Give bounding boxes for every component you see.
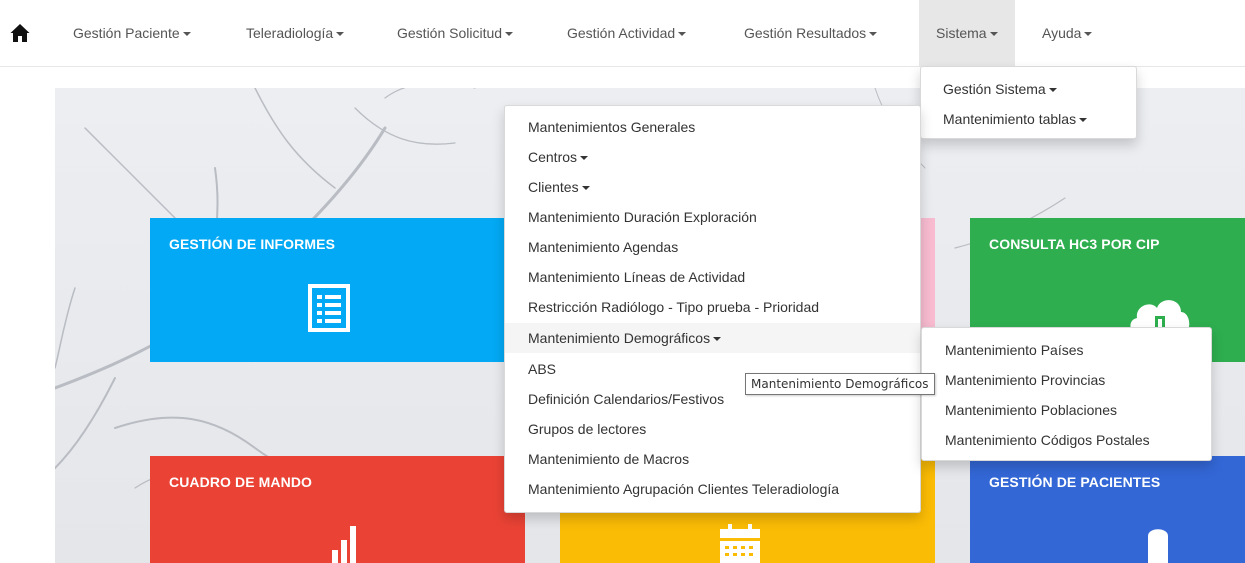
menu-item-label: Mantenimiento Poblaciones	[945, 402, 1117, 418]
menu-item-label: ABS	[528, 361, 557, 377]
bar-chart-icon	[332, 526, 356, 563]
home-icon[interactable]	[10, 23, 30, 43]
menu-item-label: Clientes	[528, 179, 579, 195]
nav-label: Gestión Resultados	[744, 25, 867, 41]
caret-down-icon	[1079, 118, 1088, 123]
tile-title: CUADRO DE MANDO	[169, 474, 313, 490]
menu-item-macros[interactable]: Mantenimiento de Macros	[505, 444, 920, 474]
nav-gestion-resultados[interactable]: Gestión Resultados	[744, 0, 878, 66]
nav-gestion-solicitud[interactable]: Gestión Solicitud	[397, 0, 514, 66]
tile-title: GESTIÓN DE PACIENTES	[989, 474, 1161, 490]
menu-item-lineas-actividad[interactable]: Mantenimiento Líneas de Actividad	[505, 262, 920, 292]
menu-item-label: Grupos de lectores	[528, 421, 647, 437]
nav-label: Teleradiología	[246, 25, 334, 41]
nav-label: Sistema	[936, 25, 987, 41]
menu-item-gestion-sistema[interactable]: Gestión Sistema	[921, 74, 1136, 104]
calendar-icon	[720, 524, 760, 563]
menu-item-grupos-lectores[interactable]: Grupos de lectores	[505, 414, 920, 444]
menu-item-agrupacion-clientes[interactable]: Mantenimiento Agrupación Clientes Telera…	[505, 474, 920, 504]
menu-item-label: Definición Calendarios/Festivos	[528, 391, 725, 407]
nav-gestion-paciente[interactable]: Gestión Paciente	[73, 0, 191, 66]
demograficos-dropdown: Mantenimiento Países Mantenimiento Provi…	[921, 327, 1212, 461]
menu-item-provincias[interactable]: Mantenimiento Provincias	[922, 365, 1211, 395]
mantenimiento-tablas-dropdown: Mantenimientos Generales Centros Cliente…	[504, 105, 921, 513]
nav-label: Gestión Actividad	[567, 25, 676, 41]
nav-sistema[interactable]: Sistema	[919, 0, 1015, 66]
caret-down-icon	[505, 32, 514, 37]
list-icon	[308, 284, 350, 332]
menu-item-codigos-postales[interactable]: Mantenimiento Códigos Postales	[922, 425, 1211, 455]
caret-down-icon	[989, 32, 998, 37]
caret-down-icon	[678, 32, 687, 37]
caret-down-icon	[581, 186, 590, 191]
caret-down-icon	[713, 337, 722, 342]
menu-item-duracion-exploracion[interactable]: Mantenimiento Duración Exploración	[505, 202, 920, 232]
user-icon	[1148, 529, 1168, 563]
nav-ayuda[interactable]: Ayuda	[1042, 0, 1093, 66]
caret-down-icon	[1084, 32, 1093, 37]
nav-teleradiologia[interactable]: Teleradiología	[246, 0, 345, 66]
menu-item-demograficos[interactable]: Mantenimiento Demográficos	[505, 323, 920, 353]
tooltip: Mantenimiento Demográficos	[745, 373, 935, 395]
menu-item-label: Mantenimiento Duración Exploración	[528, 209, 757, 225]
nav-gestion-actividad[interactable]: Gestión Actividad	[567, 0, 687, 66]
tile-title: GESTIÓN DE INFORMES	[169, 236, 336, 252]
nav-label: Gestión Paciente	[73, 25, 180, 41]
nav-label: Ayuda	[1042, 25, 1082, 41]
menu-item-mantenimiento-tablas[interactable]: Mantenimiento tablas	[921, 104, 1136, 134]
menu-item-label: Gestión Sistema	[943, 81, 1046, 97]
caret-down-icon	[580, 156, 589, 161]
caret-down-icon	[1048, 88, 1057, 93]
menu-item-restriccion-radiologo[interactable]: Restricción Radiólogo - Tipo prueba - Pr…	[505, 292, 920, 322]
menu-item-label: Mantenimiento Líneas de Actividad	[528, 269, 746, 285]
nav-label: Gestión Solicitud	[397, 25, 503, 41]
menu-item-label: Mantenimiento de Macros	[528, 451, 690, 467]
menu-item-label: Mantenimiento Países	[945, 342, 1084, 358]
menu-item-poblaciones[interactable]: Mantenimiento Poblaciones	[922, 395, 1211, 425]
menu-item-label: Mantenimiento Agrupación Clientes Telera…	[528, 481, 840, 497]
tile-title: CONSULTA HC3 POR CIP	[989, 236, 1160, 252]
menu-item-label: Centros	[528, 149, 578, 165]
caret-down-icon	[182, 32, 191, 37]
menu-item-agendas[interactable]: Mantenimiento Agendas	[505, 232, 920, 262]
menu-item-label: Restricción Radiólogo - Tipo prueba - Pr…	[528, 299, 820, 315]
menu-item-label: Mantenimiento Códigos Postales	[945, 432, 1150, 448]
menu-item-label: Mantenimiento tablas	[943, 111, 1077, 127]
tile-gestion-pacientes[interactable]: GESTIÓN DE PACIENTES	[970, 456, 1245, 563]
menu-item-paises[interactable]: Mantenimiento Países	[922, 335, 1211, 365]
menu-item-centros[interactable]: Centros	[505, 142, 920, 172]
menu-item-clientes[interactable]: Clientes	[505, 172, 920, 202]
caret-down-icon	[336, 32, 345, 37]
menu-item-label: Mantenimiento Agendas	[528, 239, 679, 255]
top-navbar: Gestión Paciente Teleradiología Gestión …	[0, 0, 1245, 67]
sistema-dropdown: Gestión Sistema Mantenimiento tablas	[920, 66, 1137, 139]
menu-item-label: Mantenimientos Generales	[528, 119, 696, 135]
menu-item-mantenimientos-generales[interactable]: Mantenimientos Generales	[505, 112, 920, 142]
tile-gestion-informes[interactable]: GESTIÓN DE INFORMES	[150, 218, 525, 362]
tile-cuadro-mando[interactable]: CUADRO DE MANDO	[150, 456, 525, 563]
menu-item-label: Mantenimiento Demográficos	[528, 330, 711, 346]
menu-item-label: Mantenimiento Provincias	[945, 372, 1106, 388]
caret-down-icon	[869, 32, 878, 37]
